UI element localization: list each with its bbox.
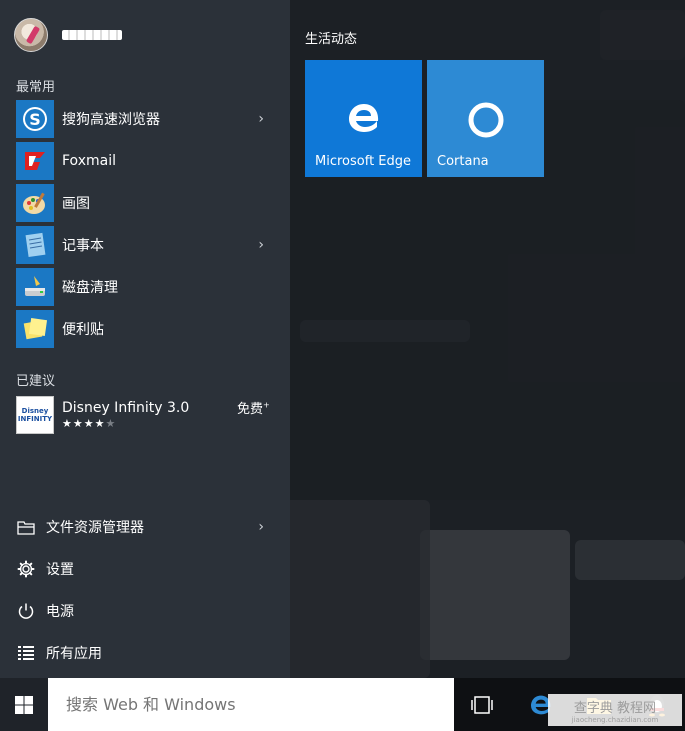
app-item-paint[interactable]: 画图 xyxy=(16,184,272,222)
foxmail-icon xyxy=(16,142,54,180)
username-redacted xyxy=(62,30,122,40)
tile-microsoft-edge[interactable]: Microsoft Edge xyxy=(305,60,422,177)
sticky-notes-icon xyxy=(16,310,54,348)
app-item-disk-cleanup[interactable]: 磁盘清理 xyxy=(16,268,272,306)
app-label: 画图 xyxy=(62,196,90,212)
watermark-text: 查字典 教程网 xyxy=(573,700,657,716)
price-label: 免费 xyxy=(237,402,264,417)
svg-text:S: S xyxy=(29,110,41,129)
suggestion-price: 免费+ xyxy=(237,398,270,417)
tile-group-title: 生活动态 xyxy=(305,32,358,47)
rating-stars: ★★★★★ xyxy=(62,417,117,430)
chevron-right-icon[interactable]: › xyxy=(258,111,264,127)
notepad-icon xyxy=(16,226,54,264)
chevron-right-icon[interactable]: › xyxy=(258,519,264,535)
start-button[interactable] xyxy=(0,678,48,731)
bottom-label: 电源 xyxy=(46,604,74,620)
windows-logo-icon xyxy=(15,695,33,714)
app-label: 便利贴 xyxy=(62,322,104,338)
bottom-item-power[interactable]: 电源 xyxy=(16,596,272,626)
suggestion-title: Disney Infinity 3.0 xyxy=(62,400,190,416)
watermark-subtext: jiaocheng.chazidian.com xyxy=(571,715,659,724)
tile-cortana[interactable]: Cortana xyxy=(427,60,544,177)
bottom-item-file-explorer[interactable]: 文件资源管理器 › xyxy=(16,512,272,542)
app-label: 记事本 xyxy=(62,238,104,254)
suggested-app-disney-infinity[interactable]: Disney INFINITY Disney Infinity 3.0 ★★★★… xyxy=(16,396,286,434)
price-mark: + xyxy=(263,400,270,410)
watermark: 查字典 教程网 jiaocheng.chazidian.com xyxy=(548,694,682,726)
disk-cleanup-icon xyxy=(16,268,54,306)
bottom-label: 文件资源管理器 xyxy=(46,520,144,536)
user-account[interactable] xyxy=(14,18,122,52)
sogou-browser-icon: S xyxy=(16,100,54,138)
disney-infinity-logo-text: Disney INFINITY xyxy=(17,407,53,423)
power-icon xyxy=(16,601,36,621)
app-item-notepad[interactable]: 记事本 › xyxy=(16,226,272,264)
edge-icon xyxy=(346,100,382,140)
bottom-item-all-apps[interactable]: 所有应用 xyxy=(16,638,272,668)
app-label: 磁盘清理 xyxy=(62,280,118,296)
section-suggested: 已建议 xyxy=(16,374,56,389)
app-label: 搜狗高速浏览器 xyxy=(62,112,160,128)
disney-infinity-icon: Disney INFINITY xyxy=(16,396,54,434)
app-item-sogou-browser[interactable]: S 搜狗高速浏览器 › xyxy=(16,100,272,138)
file-explorer-icon xyxy=(16,517,36,537)
all-apps-icon xyxy=(16,643,36,663)
section-most-used: 最常用 xyxy=(16,80,56,95)
task-view-icon xyxy=(471,695,493,714)
bottom-label: 设置 xyxy=(46,562,74,578)
paint-icon xyxy=(16,184,54,222)
app-item-sticky-notes[interactable]: 便利贴 xyxy=(16,310,272,348)
avatar[interactable] xyxy=(14,18,48,52)
gear-icon xyxy=(16,559,36,579)
task-view-button[interactable] xyxy=(458,678,506,731)
tile-label: Cortana xyxy=(437,154,489,169)
app-item-foxmail[interactable]: Foxmail xyxy=(16,142,272,180)
bottom-item-settings[interactable]: 设置 xyxy=(16,554,272,584)
chevron-right-icon[interactable]: › xyxy=(258,237,264,253)
bottom-label: 所有应用 xyxy=(46,646,102,662)
cortana-icon xyxy=(466,100,506,144)
tile-label: Microsoft Edge xyxy=(315,154,412,169)
search-input[interactable] xyxy=(48,678,454,731)
app-label: Foxmail xyxy=(62,153,116,169)
